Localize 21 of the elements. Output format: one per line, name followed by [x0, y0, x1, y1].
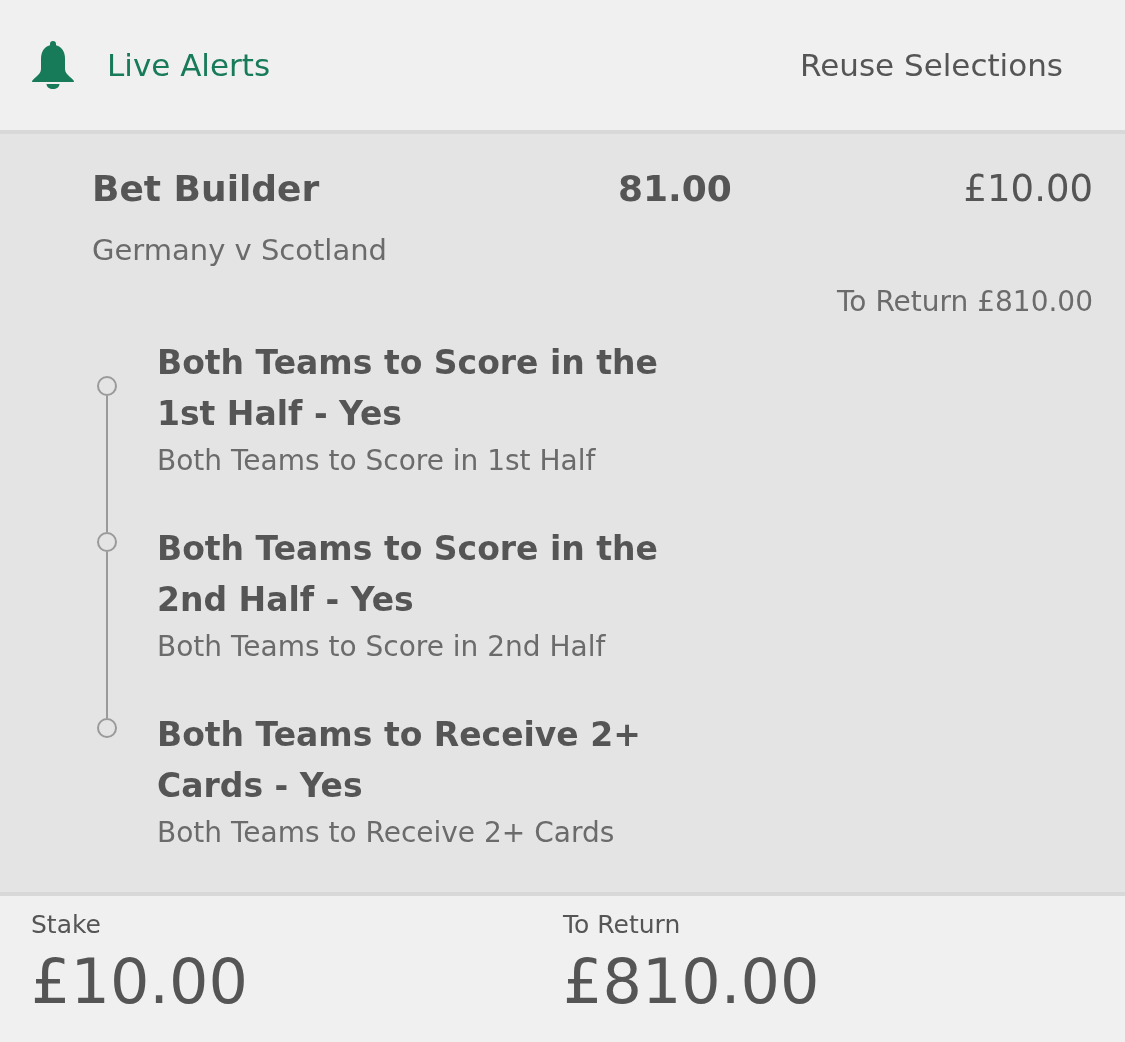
- stake-label: Stake: [31, 909, 101, 941]
- bell-icon: [32, 41, 74, 89]
- live-alerts-button[interactable]: Live Alerts: [32, 41, 271, 89]
- bet-title: Bet Builder: [92, 167, 321, 211]
- ring-icon: [97, 532, 117, 552]
- selection-title: Both Teams to Receive 2+ Cards - Yes: [157, 714, 642, 807]
- to-return-text: To Return £810.00: [837, 284, 1093, 320]
- market-name: Both Teams to Receive 2+ Cards: [157, 815, 616, 851]
- reuse-selections-button[interactable]: Reuse Selections: [800, 45, 1063, 85]
- market-name: Both Teams to Score in 2nd Half: [157, 629, 607, 665]
- event-name: Germany v Scotland: [92, 233, 387, 267]
- market-name: Both Teams to Score in 1st Half: [157, 443, 597, 479]
- ring-icon: [97, 376, 117, 396]
- return-label: To Return: [563, 909, 681, 941]
- return-value: £810.00: [563, 946, 820, 1018]
- selection-title: Both Teams to Score in the 2nd Half - Yes: [157, 528, 659, 621]
- ring-icon: [97, 718, 117, 738]
- stake-amount: £10.00: [963, 166, 1093, 212]
- stake-value: £10.00: [31, 946, 248, 1018]
- selection-title: Both Teams to Score in the 1st Half - Yes: [157, 342, 659, 435]
- odds-value: 81.00: [618, 167, 732, 211]
